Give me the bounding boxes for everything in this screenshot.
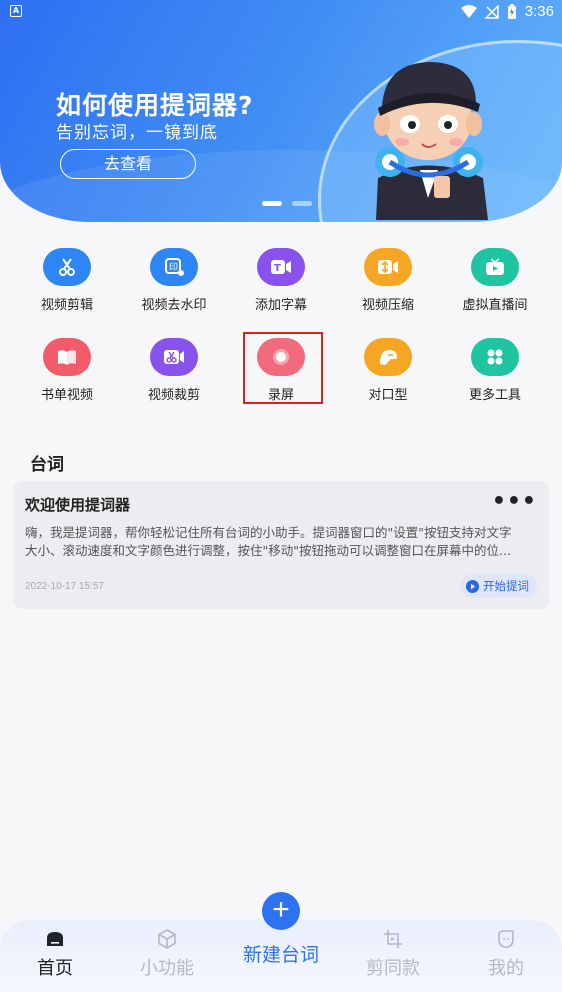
play-icon: [466, 579, 479, 593]
script-preview-line: 大小、滚动速度和文字颜色进行调整，按住"移动"按钮拖动可以调整窗口在屏幕中的位.…: [25, 543, 511, 558]
lip-sync-icon: [364, 338, 412, 376]
promo-banner[interactable]: 如何使用提词器? 告别忘词，一镜到底 去查看: [0, 0, 562, 222]
nav-template[interactable]: 剪同款: [348, 928, 438, 980]
live-room-icon: [471, 248, 519, 286]
tool-label: 书单视频: [40, 388, 93, 403]
tool-label: 视频剪辑: [40, 298, 93, 313]
tool-label: 更多工具: [468, 388, 521, 403]
start-prompt-label: 开始提词: [483, 579, 529, 593]
cube-icon: [122, 928, 212, 950]
watermark-icon: 印: [150, 248, 198, 286]
script-card-title: 欢迎使用提词器: [25, 496, 131, 514]
pagination-dot-active: [262, 201, 282, 206]
tool-label: 虚拟直播间: [462, 298, 528, 313]
script-preview-line: 嗨，我是提词器，帮你轻松记住所有台词的小助手。提词器窗口的"设置"按钮支持对文字: [25, 525, 512, 540]
nav-small-features[interactable]: 小功能: [122, 928, 212, 980]
nav-new-script[interactable]: 新建台词: [226, 940, 336, 967]
tool-label: 对口型: [368, 388, 408, 403]
nav-profile[interactable]: 我的: [461, 928, 551, 980]
tool-label: 视频裁剪: [147, 388, 200, 403]
script-card-date: 2022-10-17 15:57: [25, 581, 104, 592]
mascot-illustration: [374, 62, 488, 220]
pagination-dot: [292, 201, 312, 206]
tool-more-tools[interactable]: 更多工具: [445, 330, 545, 403]
subtitle-icon: T: [257, 248, 305, 286]
script-card[interactable]: 欢迎使用提词器 ••• 嗨，我是提词器，帮你轻松记住所有台词的小助手。提词器窗口…: [13, 481, 549, 609]
nav-label: 首页: [37, 958, 73, 979]
tool-video-compress[interactable]: 视频压缩: [338, 240, 438, 313]
tool-label: 添加字幕: [254, 298, 307, 313]
status-icons: 3:36: [460, 3, 554, 20]
banner-pagination: [262, 201, 312, 206]
script-card-preview: 嗨，我是提词器，帮你轻松记住所有台词的小助手。提词器窗口的"设置"按钮支持对文字…: [25, 524, 539, 560]
compress-icon: [364, 248, 412, 286]
book-icon: [43, 338, 91, 376]
highlight-annotation: [243, 332, 323, 404]
home-icon: [10, 928, 100, 950]
banner-subtitle: 告别忘词，一镜到底: [56, 123, 218, 143]
tool-lip-sync[interactable]: 对口型: [338, 330, 438, 403]
bottom-nav: 首页 小功能 新建台词 剪同款 我的: [0, 920, 562, 992]
tool-label: 视频去水印: [141, 298, 207, 313]
battery-icon: [507, 3, 516, 19]
nav-label: 剪同款: [366, 958, 420, 979]
nav-label: 小功能: [140, 958, 194, 979]
tool-remove-watermark[interactable]: 印 视频去水印: [124, 240, 224, 313]
template-icon: [348, 928, 438, 950]
crop-icon: [150, 338, 198, 376]
tool-virtual-live[interactable]: 虚拟直播间: [445, 240, 545, 313]
signal-icon: [484, 4, 499, 19]
tool-label: 视频压缩: [361, 298, 414, 313]
banner-title: 如何使用提词器?: [56, 91, 254, 120]
svg-text:T: T: [274, 263, 281, 274]
tool-video-crop[interactable]: 视频裁剪: [124, 330, 224, 403]
profile-icon: [461, 928, 551, 950]
tool-video-edit[interactable]: 视频剪辑: [17, 240, 117, 313]
add-script-button[interactable]: +: [262, 892, 300, 930]
scissors-icon: [43, 248, 91, 286]
more-options-icon[interactable]: •••: [492, 489, 537, 514]
tool-add-subtitle[interactable]: T 添加字幕: [231, 240, 331, 313]
status-bar: A 3:36: [0, 0, 562, 24]
tool-booklist-video[interactable]: 书单视频: [17, 330, 117, 403]
start-prompt-button[interactable]: 开始提词: [460, 574, 537, 598]
nav-home[interactable]: 首页: [10, 928, 100, 980]
more-tools-icon: [471, 338, 519, 376]
clock: 3:36: [524, 3, 554, 20]
section-title: 台词: [30, 455, 64, 475]
svg-text:印: 印: [169, 261, 178, 273]
banner-view-button[interactable]: 去查看: [60, 149, 196, 179]
nav-label: 我的: [488, 958, 524, 979]
app-notification-icon: A: [10, 5, 22, 17]
wifi-icon: [460, 4, 477, 18]
